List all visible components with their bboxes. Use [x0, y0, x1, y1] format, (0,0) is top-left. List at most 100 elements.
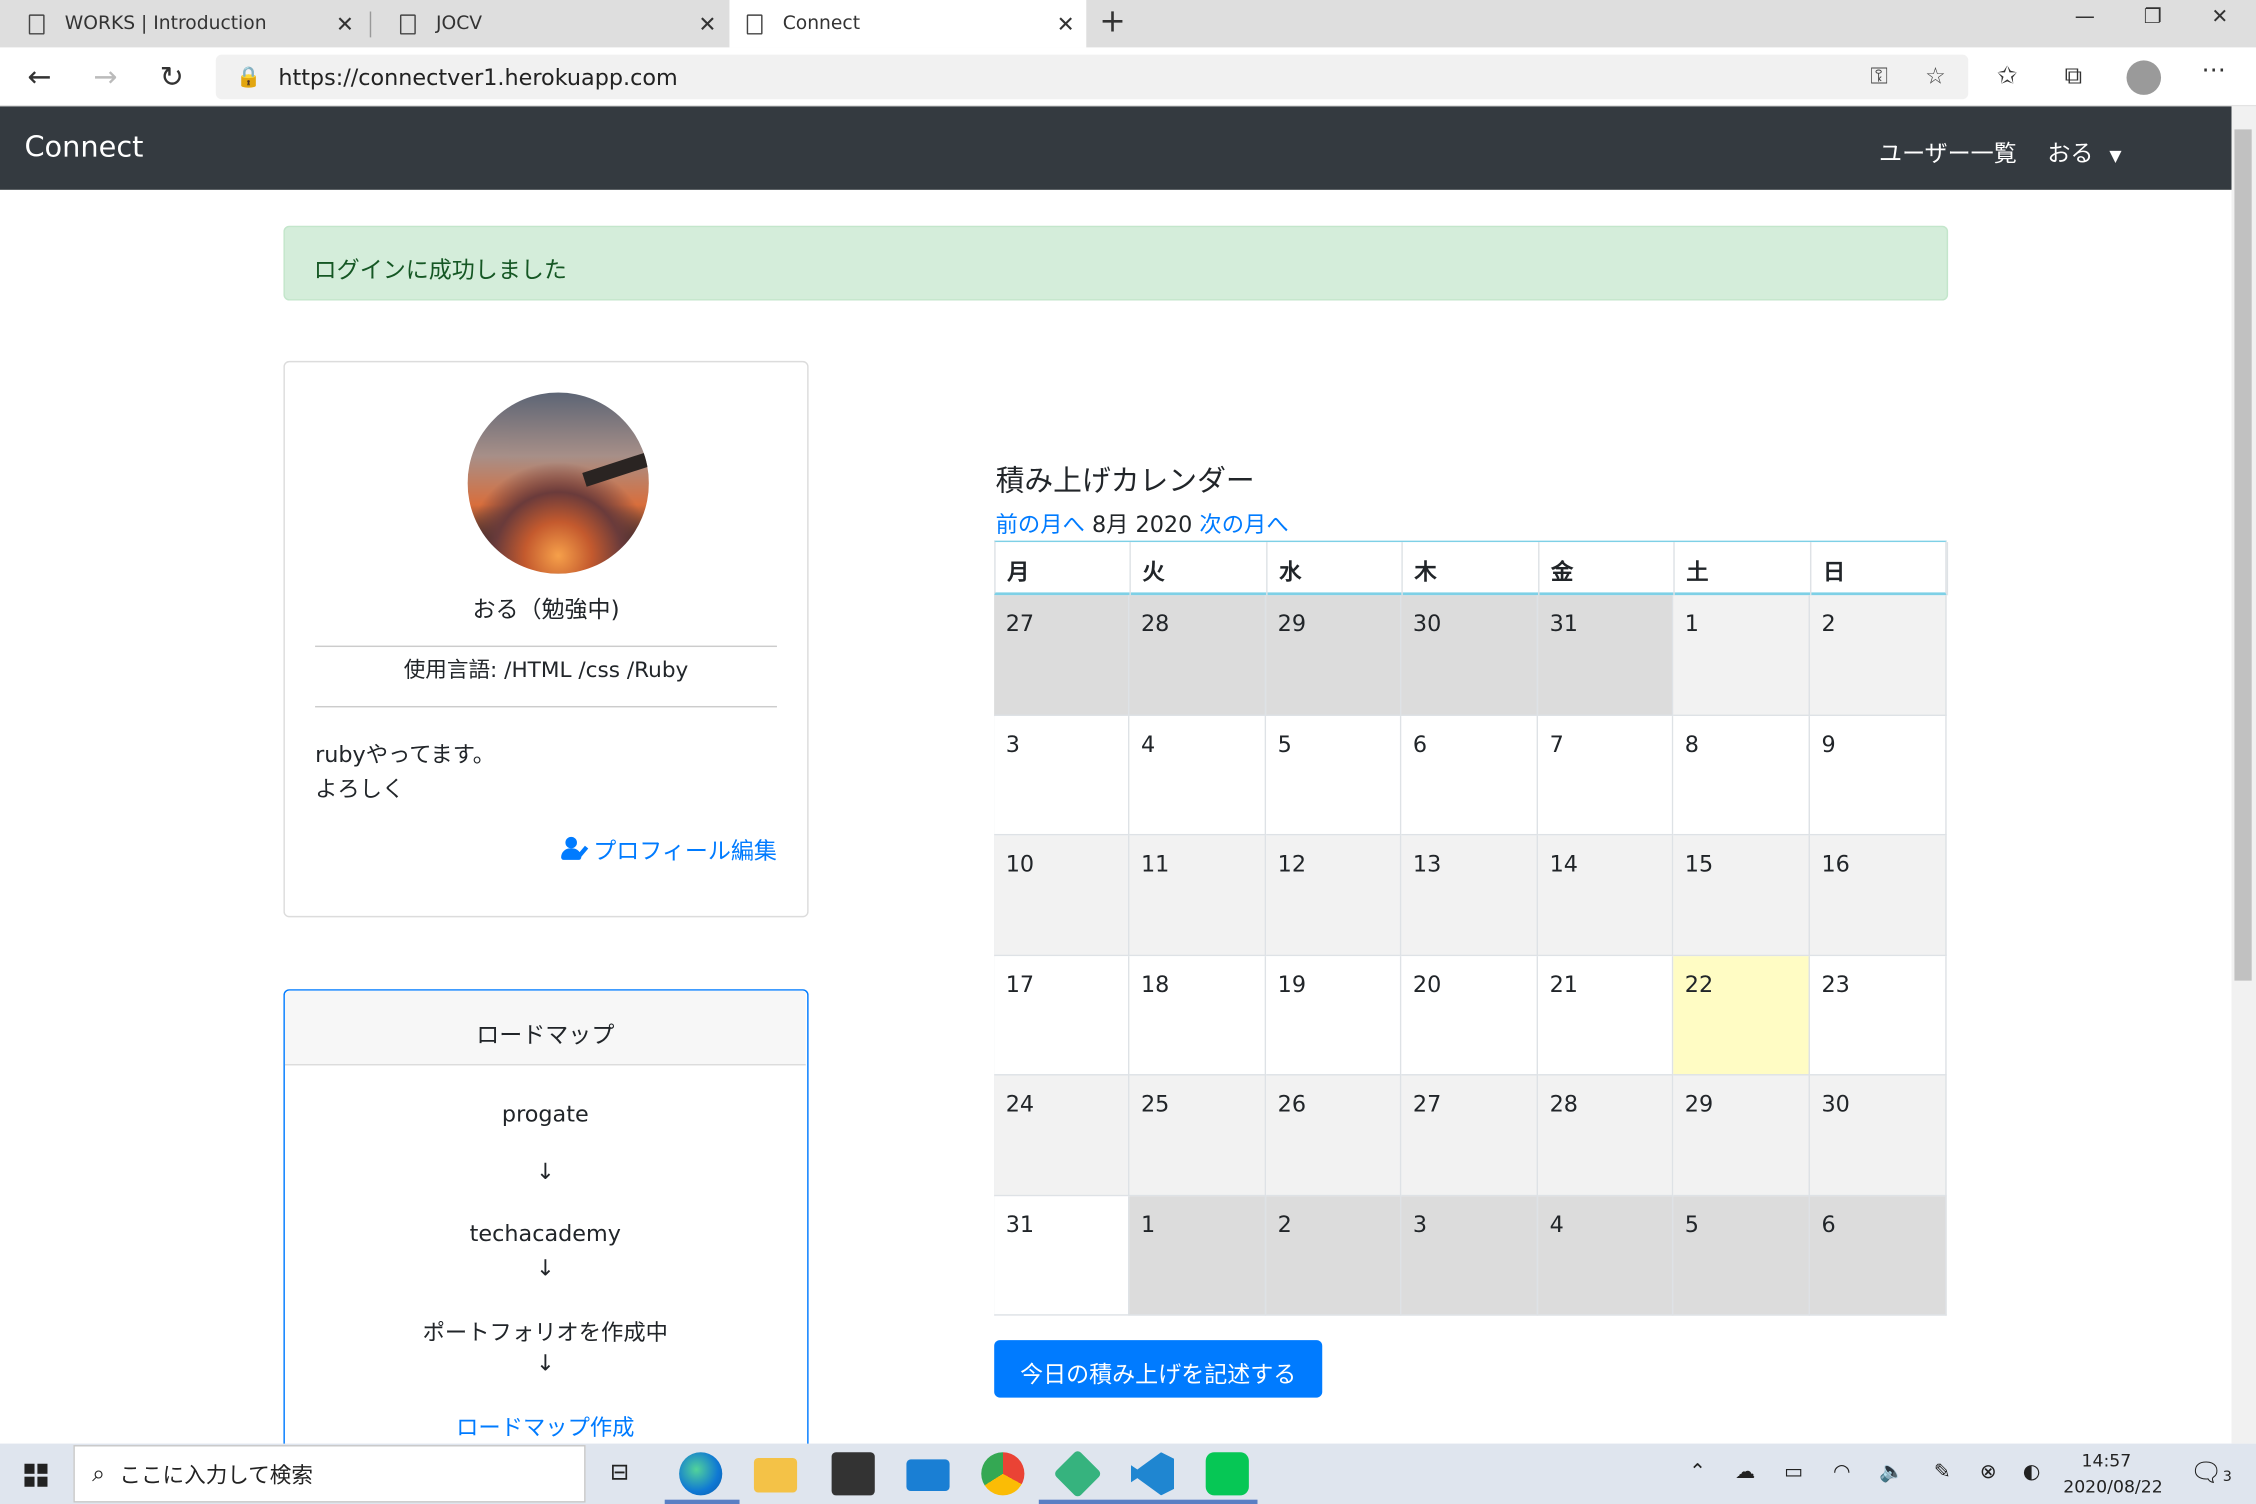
calendar-day[interactable]: 12 [1266, 835, 1402, 956]
calendar-day-outside-month[interactable]: 28 [1129, 595, 1267, 716]
mail-icon[interactable] [906, 1459, 950, 1492]
tab-works[interactable]: WORKS | Introduction ✕ [0, 0, 365, 47]
collections-icon[interactable]: ⧉ [2065, 62, 2082, 91]
users-list-link[interactable]: ユーザー一覧 [1879, 134, 2017, 169]
volume-muted-icon[interactable]: 🔈 [1879, 1461, 1904, 1484]
forward-button[interactable]: → [94, 59, 118, 94]
calendar-day[interactable]: 21 [1538, 955, 1674, 1076]
calendar-day[interactable]: 5 [1266, 715, 1402, 836]
calendar-day[interactable]: 4 [1129, 715, 1267, 836]
onedrive-icon[interactable]: ☁ [1735, 1461, 1755, 1484]
calendar-day[interactable]: 2 [1809, 595, 1947, 716]
night-light-icon[interactable]: ◐ [2023, 1461, 2041, 1484]
user-menu-dropdown[interactable]: おる ▼ [2047, 134, 2121, 169]
taskbar-clock[interactable]: 14:57 2020/08/22 [2063, 1448, 2163, 1500]
edge-browser-icon[interactable] [679, 1452, 723, 1496]
refresh-button[interactable]: ↻ [160, 59, 184, 94]
navbar-brand[interactable]: Connect [24, 129, 143, 164]
tab-jocv[interactable]: JOCV ✕ [371, 0, 728, 47]
battery-icon[interactable]: ▭ [1784, 1461, 1803, 1484]
tab-connect[interactable]: Connect ✕ [729, 0, 1087, 48]
calendar-day[interactable]: 31 [994, 1195, 1130, 1316]
profile-avatar-icon[interactable] [2126, 60, 2162, 95]
calendar-day[interactable]: 10 [994, 835, 1130, 956]
calendar-day-outside-month[interactable]: 1 [1129, 1195, 1267, 1316]
calendar-day[interactable]: 26 [1266, 1075, 1402, 1196]
close-icon[interactable]: ✕ [698, 12, 716, 38]
calendar-nav: 前の月へ 8月 2020 次の月へ [996, 508, 1289, 540]
calendar-day[interactable]: 16 [1809, 835, 1947, 956]
calendar-day-outside-month[interactable]: 30 [1401, 595, 1539, 716]
next-month-link[interactable]: 次の月へ [1199, 512, 1288, 538]
calendar-day-outside-month[interactable]: 31 [1538, 595, 1674, 716]
calendar-day-today[interactable]: 22 [1673, 955, 1810, 1076]
calendar-day-outside-month[interactable]: 5 [1673, 1195, 1810, 1316]
weekday-header: 火 [1131, 542, 1268, 596]
key-icon[interactable]: ⚿ [1870, 62, 1888, 91]
status-x-icon[interactable]: ⊗ [1980, 1461, 1997, 1484]
calendar-day[interactable]: 6 [1401, 715, 1539, 836]
file-explorer-icon[interactable] [753, 1457, 798, 1493]
scrollbar-thumb[interactable] [2234, 129, 2252, 981]
current-month: 8月 2020 [1091, 511, 1193, 538]
minimize-button[interactable]: — [2075, 6, 2095, 29]
window-close-button[interactable]: ✕ [2211, 6, 2228, 29]
calendar-day-outside-month[interactable]: 3 [1401, 1195, 1539, 1316]
calendar-day[interactable]: 14 [1538, 835, 1674, 956]
calendar-day[interactable]: 20 [1401, 955, 1539, 1076]
chrome-icon[interactable] [981, 1452, 1025, 1496]
calendar-day[interactable]: 13 [1401, 835, 1539, 956]
taskbar-search[interactable]: ⌕ ここに入力して検索 [73, 1445, 586, 1503]
running-apps-indicator [1038, 1499, 1258, 1504]
url-text[interactable]: https://connectver1.herokuapp.com [278, 64, 677, 90]
calendar-day[interactable]: 19 [1266, 955, 1402, 1076]
calendar-day-outside-month[interactable]: 27 [994, 595, 1130, 716]
calendar-day[interactable]: 7 [1538, 715, 1674, 836]
close-icon[interactable]: ✕ [336, 12, 354, 38]
prev-month-link[interactable]: 前の月へ [996, 512, 1085, 538]
store-icon[interactable] [831, 1452, 875, 1496]
calendar-day[interactable]: 3 [994, 715, 1130, 836]
vscode-icon[interactable] [1130, 1452, 1175, 1496]
profile-name: おる（勉強中) [472, 595, 620, 623]
windows-start-icon[interactable] [24, 1463, 48, 1487]
search-placeholder: ここに入力して検索 [119, 1461, 313, 1488]
calendar-day[interactable]: 8 [1673, 715, 1810, 836]
calendar-day[interactable]: 23 [1809, 955, 1947, 1076]
back-button[interactable]: ← [27, 59, 51, 94]
calendar-day[interactable]: 17 [994, 955, 1130, 1076]
dev-app-icon[interactable] [1053, 1449, 1103, 1499]
roadmap-step: techacademy [469, 1220, 621, 1247]
calendar-day-outside-month[interactable]: 2 [1266, 1195, 1402, 1316]
calendar-day[interactable]: 28 [1538, 1075, 1674, 1196]
wifi-icon[interactable]: ◠ [1833, 1461, 1851, 1484]
calendar-day-outside-month[interactable]: 6 [1809, 1195, 1947, 1316]
more-menu-icon[interactable]: ⋯ [2201, 56, 2225, 85]
calendar-day[interactable]: 30 [1809, 1075, 1947, 1196]
calendar-day[interactable]: 18 [1129, 955, 1267, 1076]
task-view-icon[interactable]: ⊟ [610, 1458, 629, 1485]
new-tab-button[interactable]: + [1099, 4, 1126, 40]
calendar-day[interactable]: 25 [1129, 1075, 1267, 1196]
calendar-day[interactable]: 15 [1673, 835, 1810, 956]
address-bar[interactable]: 🔒 https://connectver1.herokuapp.com ⚿ ☆ [215, 54, 1969, 100]
pen-icon[interactable]: ✎ [1934, 1461, 1951, 1484]
favorite-star-icon[interactable]: ☆ [1925, 62, 1946, 89]
calendar-day[interactable]: 24 [994, 1075, 1130, 1196]
notification-center-icon[interactable]: 🗨3 [2190, 1458, 2232, 1488]
record-today-button[interactable]: 今日の積み上げを記述する [994, 1340, 1323, 1398]
calendar-day[interactable]: 9 [1809, 715, 1947, 836]
close-icon[interactable]: ✕ [1057, 12, 1075, 38]
create-roadmap-link[interactable]: ロードマップ作成 [285, 1411, 806, 1443]
restore-button[interactable]: ❐ [2144, 6, 2162, 29]
calendar-day[interactable]: 11 [1129, 835, 1267, 956]
calendar-day[interactable]: 1 [1673, 595, 1810, 716]
calendar-day-outside-month[interactable]: 4 [1538, 1195, 1674, 1316]
show-hidden-icons-icon[interactable]: ⌃ [1689, 1461, 1706, 1484]
edit-profile-link[interactable]: プロフィール編集 [561, 831, 777, 866]
calendar-day-outside-month[interactable]: 29 [1266, 595, 1402, 716]
calendar-day[interactable]: 27 [1401, 1075, 1539, 1196]
line-app-icon[interactable] [1205, 1452, 1249, 1496]
favorites-list-icon[interactable]: ✩ [1997, 62, 2018, 91]
calendar-day[interactable]: 29 [1673, 1075, 1810, 1196]
